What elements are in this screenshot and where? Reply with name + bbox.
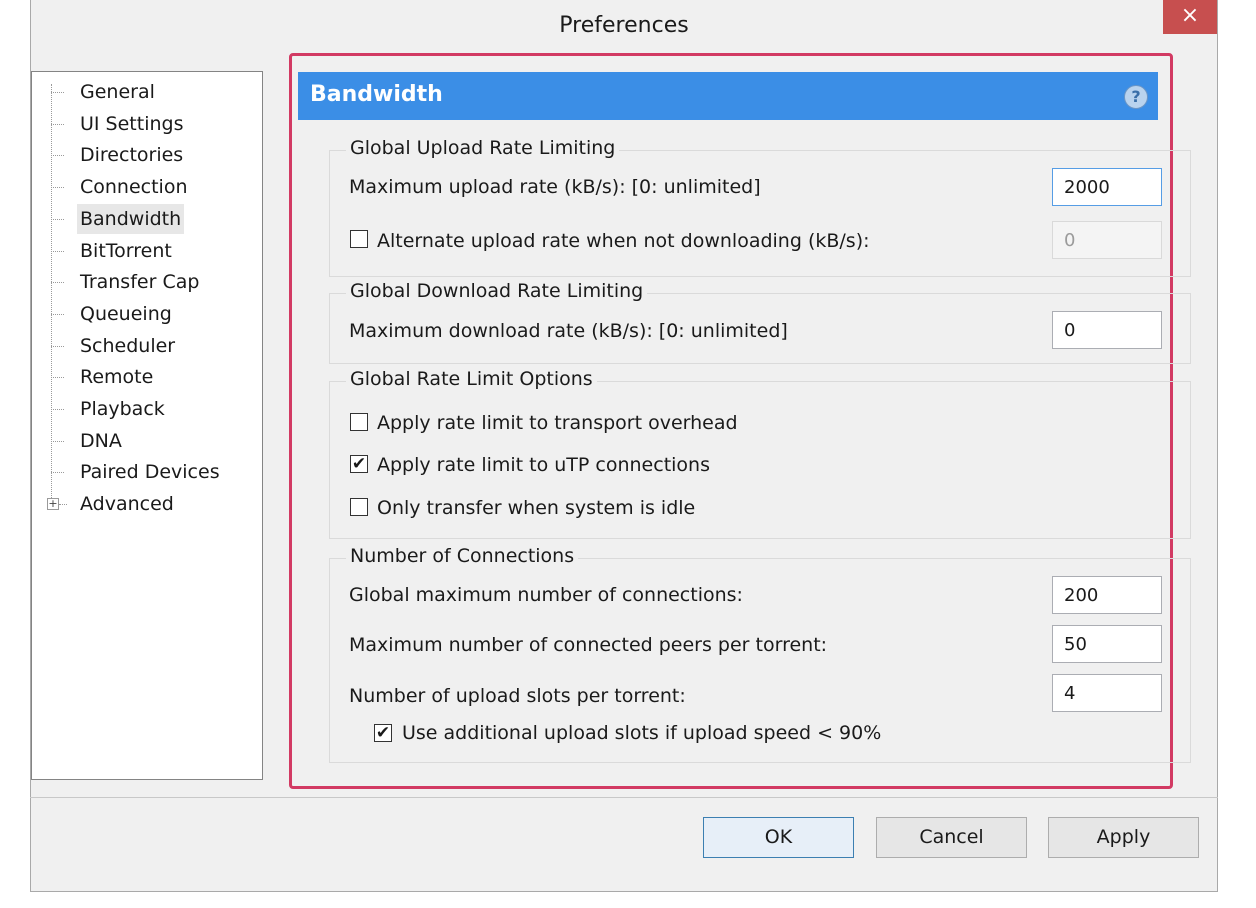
group-title: Global Upload Rate Limiting <box>346 137 620 159</box>
tree-connector <box>51 282 64 284</box>
cancel-button[interactable]: Cancel <box>876 817 1027 858</box>
tree-connector <box>51 472 64 474</box>
tree-item-directories[interactable]: Directories <box>32 140 262 170</box>
tree-item-scheduler[interactable]: Scheduler <box>32 331 262 361</box>
tree-item-label: Advanced <box>80 493 174 516</box>
tree-connector <box>51 123 64 125</box>
max-download-input[interactable]: 0 <box>1052 311 1162 349</box>
tree-item-label: BitTorrent <box>80 239 172 262</box>
tree-item-label: Bandwidth <box>77 203 185 234</box>
tree-connector <box>51 92 64 93</box>
close-icon[interactable]: × <box>1163 0 1217 34</box>
group-title: Global Rate Limit Options <box>346 368 597 390</box>
idle-only-label: Only transfer when system is idle <box>377 497 696 519</box>
tree-item-label: Connection <box>80 176 188 199</box>
tree-item-label: Playback <box>80 398 165 420</box>
window-title: Preferences <box>559 13 689 38</box>
group-title: Number of Connections <box>346 545 579 567</box>
tree-item-queueing[interactable]: Queueing <box>32 299 262 329</box>
help-icon[interactable]: ? <box>1124 85 1148 109</box>
tree-connector <box>51 155 64 157</box>
extra-slots-label: Use additional upload slots if upload sp… <box>402 722 882 744</box>
tree-connector <box>51 440 64 442</box>
peers-input[interactable]: 50 <box>1052 625 1162 663</box>
alt-upload-checkbox[interactable] <box>350 230 368 248</box>
tree-item-label: Directories <box>80 144 184 167</box>
alt-upload-label: Alternate upload rate when not downloadi… <box>377 230 870 252</box>
tree-item-ui-settings[interactable]: UI Settings <box>32 109 262 139</box>
tree-connector <box>51 409 64 410</box>
tree-item-connection[interactable]: Connection <box>32 172 262 202</box>
max-download-label: Maximum download rate (kB/s): [0: unlimi… <box>349 320 788 342</box>
slots-label: Number of upload slots per torrent: <box>349 685 686 707</box>
tree-item-label: Scheduler <box>80 334 176 357</box>
global-max-label: Global maximum number of connections: <box>349 584 743 606</box>
global-max-input[interactable]: 200 <box>1052 576 1162 614</box>
button-separator <box>30 797 1218 798</box>
tree-connector <box>51 187 64 189</box>
tree-item-bittorrent[interactable]: BitTorrent <box>32 236 262 266</box>
title-bar: Preferences × <box>31 0 1217 52</box>
tree-item-label: Queueing <box>80 302 172 325</box>
tree-connector <box>51 377 64 379</box>
tree-item-general[interactable]: General <box>32 77 262 107</box>
tree-connector <box>51 345 64 347</box>
ok-button[interactable]: OK <box>703 817 854 858</box>
panel-title: Bandwidth <box>310 82 443 107</box>
max-upload-label: Maximum upload rate (kB/s): [0: unlimite… <box>349 176 761 198</box>
panel-header: Bandwidth ? <box>298 72 1158 120</box>
apply-overhead-checkbox[interactable] <box>350 413 368 431</box>
tree-item-label: DNA <box>80 429 122 452</box>
apply-utp-checkbox[interactable]: ✔ <box>350 455 368 473</box>
tree-item-dna[interactable]: DNA <box>32 426 262 456</box>
tree-connector <box>51 218 64 220</box>
tree-item-label: UI Settings <box>80 112 184 135</box>
peers-label: Maximum number of connected peers per to… <box>349 634 828 656</box>
apply-overhead-label: Apply rate limit to transport overhead <box>377 412 738 434</box>
tree-item-bandwidth[interactable]: Bandwidth <box>32 203 262 234</box>
max-upload-input[interactable]: 2000 <box>1052 168 1162 206</box>
tree-item-remote[interactable]: Remote <box>32 362 262 392</box>
alt-upload-input[interactable]: 0 <box>1052 221 1162 259</box>
tree-item-label: Transfer Cap <box>80 271 200 294</box>
tree-item-label: Remote <box>80 366 154 389</box>
tree-connector <box>51 250 64 252</box>
apply-button[interactable]: Apply <box>1048 817 1199 858</box>
tree-item-paired-devices[interactable]: Paired Devices <box>32 457 262 487</box>
tree-connector <box>51 313 64 315</box>
group-title: Global Download Rate Limiting <box>346 280 648 302</box>
expand-plus-icon[interactable]: + <box>47 498 59 511</box>
preferences-tree: General UI Settings Directories Connection B… <box>31 71 263 780</box>
tree-item-label: General <box>80 81 155 103</box>
slots-input[interactable]: 4 <box>1052 674 1162 712</box>
idle-only-checkbox[interactable] <box>350 498 368 516</box>
tree-item-transfer-cap[interactable]: Transfer Cap <box>32 267 262 297</box>
tree-item-advanced[interactable]: + Advanced <box>32 489 262 519</box>
tree-item-playback[interactable]: Playback <box>32 394 262 424</box>
apply-utp-label: Apply rate limit to uTP connections <box>377 454 710 476</box>
tree-connector <box>59 504 67 506</box>
tree-item-label: Paired Devices <box>80 461 220 484</box>
extra-slots-checkbox[interactable]: ✔ <box>374 724 392 742</box>
